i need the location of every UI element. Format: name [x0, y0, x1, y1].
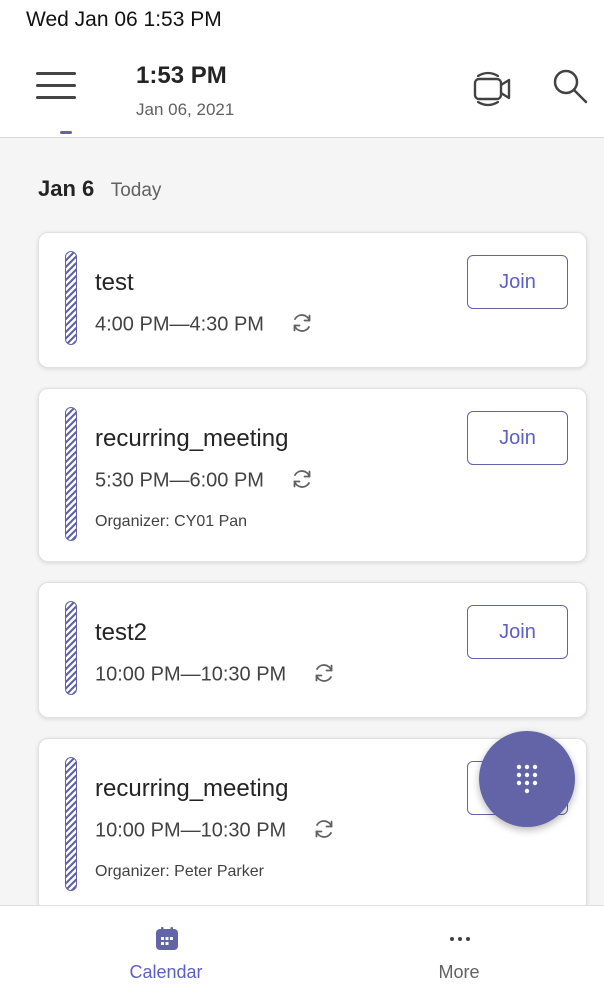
meeting-color-bar — [65, 407, 77, 541]
header-date: Jan 06, 2021 — [136, 100, 235, 119]
join-button[interactable]: Join — [467, 411, 568, 465]
join-button[interactable]: Join — [467, 255, 568, 309]
meeting-title: recurring_meeting — [95, 775, 289, 802]
meeting-color-bar — [65, 757, 77, 891]
meeting-title: recurring_meeting — [95, 425, 289, 452]
dialpad-icon — [516, 764, 538, 794]
scroll-indicator — [60, 131, 72, 134]
meet-now-button[interactable] — [469, 64, 515, 110]
join-button[interactable]: Join — [467, 605, 568, 659]
meeting-time-text: 5:30 PM—6:00 PM — [95, 469, 264, 492]
recurring-icon — [315, 664, 333, 682]
status-bar-time: Wed Jan 06 1:53 PM — [26, 8, 222, 31]
header-title: 1:53 PM — [136, 62, 227, 89]
recurring-icon — [315, 820, 333, 838]
meeting-color-bar — [65, 601, 77, 695]
hamburger-menu-icon — [36, 84, 76, 87]
meeting-title: test — [95, 269, 134, 296]
day-today-label: Today — [110, 180, 162, 201]
recurring-icon — [293, 470, 310, 488]
more-dots-icon — [450, 937, 470, 941]
bottom-nav: Calendar More — [0, 905, 604, 990]
meeting-time: 4:00 PM—4:30 PM — [95, 313, 314, 337]
meeting-title: test2 — [95, 619, 148, 646]
app-header: 1:53 PM Jan 06, 2021 — [0, 44, 604, 138]
hamburger-menu-icon — [36, 72, 76, 75]
nav-more-label: More — [438, 962, 480, 982]
calendar-icon — [156, 927, 178, 950]
meeting-organizer: Organizer: Peter Parker — [95, 863, 264, 880]
search-icon — [553, 69, 588, 104]
meeting-time-text: 4:00 PM—4:30 PM — [95, 313, 264, 336]
dialpad-button[interactable] — [479, 731, 575, 827]
meeting-time: 10:00 PM—10:30 PM — [95, 663, 336, 687]
recurring-icon — [293, 314, 310, 332]
meeting-card[interactable]: test 4:00 PM—4:30 PM Join — [38, 232, 587, 368]
video-camera-icon — [473, 71, 511, 107]
meeting-card[interactable]: recurring_meeting 5:30 PM—6:00 PM Organi… — [38, 388, 587, 562]
menu-button[interactable] — [36, 68, 76, 102]
day-header: Jan 6 Today — [38, 176, 161, 210]
meeting-time-text: 10:00 PM—10:30 PM — [95, 663, 287, 686]
meeting-time: 5:30 PM—6:00 PM — [95, 469, 314, 493]
meeting-time: 10:00 PM—10:30 PM — [95, 819, 336, 843]
nav-calendar[interactable]: Calendar — [66, 906, 266, 990]
meeting-time-text: 10:00 PM—10:30 PM — [95, 819, 287, 842]
meeting-card[interactable]: test2 10:00 PM—10:30 PM Join — [38, 582, 587, 718]
meeting-color-bar — [65, 251, 77, 345]
day-date: Jan 6 — [38, 176, 95, 201]
nav-calendar-label: Calendar — [129, 962, 203, 982]
meeting-organizer: Organizer: CY01 Pan — [95, 513, 248, 530]
nav-more[interactable]: More — [359, 906, 559, 990]
status-bar: Wed Jan 06 1:53 PM — [0, 0, 604, 44]
search-button[interactable] — [550, 66, 592, 108]
hamburger-menu-icon — [36, 96, 76, 99]
